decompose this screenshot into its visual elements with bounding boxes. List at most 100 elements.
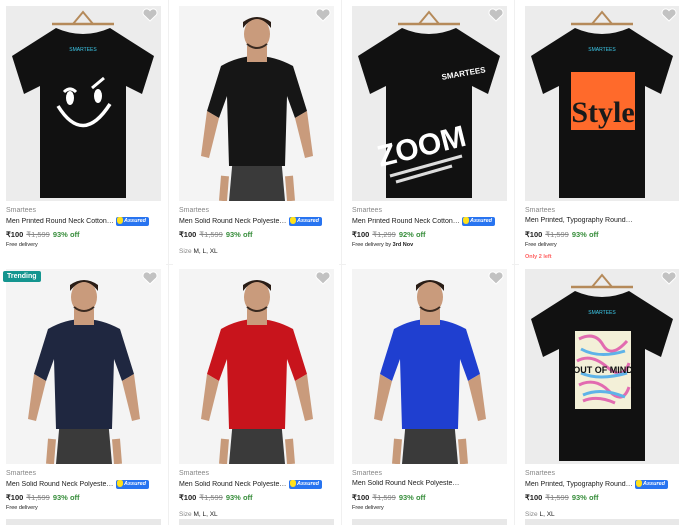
product-title[interactable]: Men Solid Round Neck Polyester Blue T-Sh… (352, 480, 507, 487)
product-card[interactable]: Smartees Men Solid Round Neck Polyester R… (173, 263, 339, 525)
product-image[interactable]: SMARTEES OUT OF MIND (525, 269, 679, 464)
original-price: ₹1,599 (199, 230, 223, 239)
assured-badge: Assured (289, 480, 323, 489)
product-card[interactable]: Smartees Men Solid Round Neck Polyester B… (346, 263, 512, 525)
product-card[interactable]: Smartees Men Solid Round Neck Polyester B… (173, 0, 339, 262)
product-image[interactable]: SMARTEES ZOOM (352, 6, 507, 201)
delivery-info: Free delivery (6, 505, 38, 511)
next-row-preview (179, 519, 334, 525)
product-card[interactable]: Trending Smartees Men Solid Round Neck Pol… (0, 263, 166, 525)
original-price: ₹1,599 (545, 230, 569, 239)
delivery-text: Free delivery (6, 242, 38, 248)
product-title-text[interactable]: Men Printed, Typography Round Neck Cotto… (525, 481, 633, 488)
next-row-preview (6, 519, 161, 525)
product-grid: SMARTEES Smartees Men Printed Round Neck … (0, 0, 679, 525)
size-prefix: Size (179, 511, 192, 518)
original-price: ₹1,599 (26, 493, 50, 502)
product-title[interactable]: Men Printed Round Neck Cotton Black T-Sh… (6, 217, 161, 226)
discount-percent: 93% off (398, 493, 426, 502)
wishlist-heart-icon[interactable] (142, 8, 158, 22)
original-price: ₹1,599 (545, 493, 569, 502)
selling-price: ₹100 (525, 230, 543, 239)
selling-price: ₹100 (6, 493, 24, 502)
product-title-text[interactable]: Men Printed, Typography Round Neck Cotto… (525, 217, 633, 224)
product-image[interactable] (352, 269, 507, 464)
size-options: Size M, L, XL (179, 248, 218, 255)
product-title[interactable]: Men Solid Round Neck Polyester Navy Blue… (6, 480, 161, 489)
style-print: Style (571, 96, 634, 129)
wishlist-heart-icon[interactable] (142, 271, 158, 285)
product-image[interactable] (179, 6, 334, 201)
product-image-box[interactable] (179, 269, 334, 464)
discount-percent: 93% off (571, 493, 599, 502)
product-image-box[interactable] (6, 269, 161, 464)
brand-name: Smartees (179, 207, 209, 214)
wishlist-heart-icon[interactable] (315, 8, 331, 22)
product-image[interactable] (179, 269, 334, 464)
product-title[interactable]: Men Printed, Typography Round Neck Cotto… (525, 480, 679, 489)
brand-name: Smartees (352, 470, 382, 477)
next-row-preview (352, 519, 507, 525)
product-title[interactable]: Men Solid Round Neck Polyester Red T-Shi… (179, 480, 334, 489)
product-card[interactable]: SMARTEES Style Smartees Men Printed, Typo… (519, 0, 679, 262)
trending-badge: Trending (3, 271, 41, 282)
product-card[interactable]: SMARTEES OUT OF MIND Smartees Men Printed… (519, 263, 679, 525)
product-image-box[interactable]: SMARTEES ZOOM (352, 6, 507, 201)
price-row: ₹100 ₹1,599 93% off (525, 493, 599, 502)
product-image-box[interactable] (179, 6, 334, 201)
assured-badge: Assured (462, 217, 496, 226)
size-values: M, L, XL (193, 248, 218, 255)
product-title[interactable]: Men Printed Round Neck Cotton Black T-Sh… (352, 217, 507, 226)
logo-text: SMARTEES (588, 310, 616, 316)
assured-badge: Assured (116, 480, 150, 489)
product-image-box[interactable] (352, 269, 507, 464)
assured-label: Assured (289, 217, 323, 226)
product-image[interactable]: SMARTEES (6, 6, 161, 201)
assured-badge: Assured (289, 217, 323, 226)
price-row: ₹100 ₹1,599 93% off (6, 230, 80, 239)
size-values: M, L, XL (193, 511, 218, 518)
product-image-box[interactable]: SMARTEES (6, 6, 161, 201)
wishlist-heart-icon[interactable] (661, 8, 677, 22)
product-card[interactable]: SMARTEES Smartees Men Printed Round Neck … (0, 0, 166, 262)
selling-price: ₹100 (352, 493, 370, 502)
discount-percent: 93% off (225, 230, 253, 239)
stock-warning: Only 2 left (525, 254, 552, 260)
selling-price: ₹100 (6, 230, 24, 239)
product-title-text[interactable]: Men Solid Round Neck Polyester Blue T-Sh… (352, 480, 460, 487)
wishlist-heart-icon[interactable] (488, 271, 504, 285)
size-prefix: Size (525, 511, 538, 518)
product-image[interactable]: SMARTEES Style (525, 6, 679, 201)
discount-percent: 93% off (52, 493, 80, 502)
discount-percent: 93% off (52, 230, 80, 239)
wishlist-heart-icon[interactable] (488, 8, 504, 22)
product-title[interactable]: Men Solid Round Neck Polyester Black T-S… (179, 217, 334, 226)
product-title-text[interactable]: Men Solid Round Neck Polyester Red T-Shi… (179, 481, 287, 488)
brand-name: Smartees (6, 470, 36, 477)
price-row: ₹100 ₹1,599 93% off (179, 493, 253, 502)
delivery-text: Free delivery (6, 505, 38, 511)
delivery-text: Free delivery (525, 242, 557, 248)
selling-price: ₹100 (179, 230, 197, 239)
delivery-text: Free delivery by (352, 242, 392, 248)
size-options: Size M, L, XL (179, 511, 218, 518)
brand-name: Smartees (179, 470, 209, 477)
assured-label: Assured (462, 217, 496, 226)
wishlist-heart-icon[interactable] (315, 271, 331, 285)
product-image-box[interactable]: SMARTEES Style (525, 6, 679, 201)
original-price: ₹1,599 (372, 493, 396, 502)
discount-percent: 92% off (398, 230, 426, 239)
price-row: ₹100 ₹1,599 93% off (525, 230, 599, 239)
wishlist-heart-icon[interactable] (661, 271, 677, 285)
product-card[interactable]: SMARTEES ZOOM Smartees Men Printed Round … (346, 0, 512, 262)
product-title-text[interactable]: Men Solid Round Neck Polyester Navy Blue… (6, 481, 114, 488)
product-title-text[interactable]: Men Solid Round Neck Polyester Black T-S… (179, 218, 287, 225)
product-image[interactable] (6, 269, 161, 464)
assured-label: Assured (116, 480, 150, 489)
product-title-text[interactable]: Men Printed Round Neck Cotton Black T-Sh… (6, 218, 114, 225)
product-image-box[interactable]: SMARTEES OUT OF MIND (525, 269, 679, 464)
size-values: L, XL (539, 511, 555, 518)
assured-badge: Assured (635, 480, 669, 489)
product-title-text[interactable]: Men Printed Round Neck Cotton Black T-Sh… (352, 218, 460, 225)
product-title[interactable]: Men Printed, Typography Round Neck Cotto… (525, 217, 679, 224)
